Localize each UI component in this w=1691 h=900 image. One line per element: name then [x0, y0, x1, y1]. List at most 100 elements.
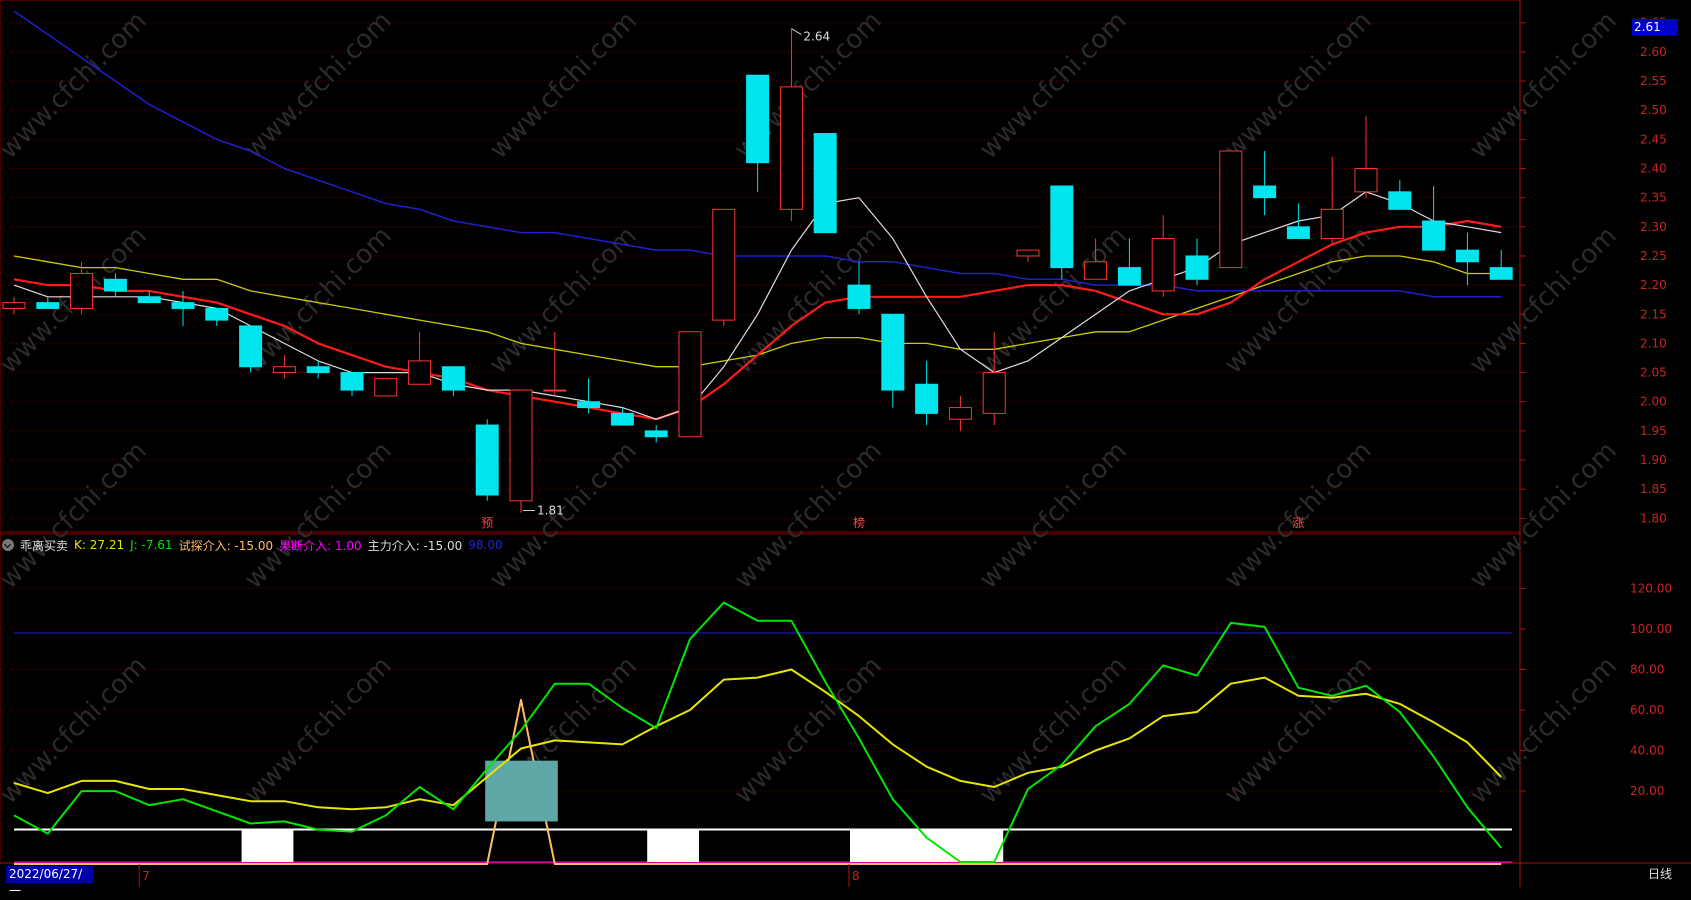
candle-body-down	[103, 278, 127, 292]
date-label[interactable]: 2022/06/27/一	[6, 866, 93, 898]
main-tick-label: 1.85	[1640, 482, 1667, 496]
candle-body-up	[779, 86, 803, 210]
candle-body-down	[1388, 191, 1412, 210]
candle-body-up	[374, 377, 398, 397]
candle-body-down	[881, 313, 905, 391]
watermark-text: www.cfchi.com	[239, 651, 398, 810]
main-tick-label: 2.45	[1640, 132, 1667, 146]
candle-body-down	[847, 284, 871, 309]
candle-body-down	[340, 372, 364, 391]
signal-marker: 涨	[1292, 515, 1304, 530]
watermark-text: www.cfchi.com	[1219, 651, 1378, 810]
low-annotation: 1.81	[537, 504, 564, 518]
candle-body-up	[272, 366, 296, 374]
candle-body-down	[36, 302, 60, 309]
month-label: 8	[852, 869, 860, 883]
watermark-text: www.cfchi.com	[239, 436, 398, 595]
main-tick-label: 1.80	[1640, 511, 1667, 525]
high-annotation-pointer	[791, 28, 802, 36]
candle-body-down	[915, 383, 939, 414]
watermarks: www.cfchi.com www.cfchi.com www.cfchi.com w…	[0, 6, 1623, 810]
period-label[interactable]: 日线	[1648, 866, 1672, 883]
candle-body-up	[509, 389, 533, 502]
indicator-tick-label: 100.00	[1630, 622, 1672, 636]
candle-body-up	[948, 407, 972, 420]
indicator-tick-label: 120.00	[1630, 581, 1672, 595]
main-tick-label: 2.10	[1640, 336, 1667, 350]
main-tick-label: 2.20	[1640, 278, 1667, 292]
level-value: 98.00	[468, 538, 503, 552]
indicator-name[interactable]: 乖离买卖	[20, 537, 68, 554]
watermark-text: www.cfchi.com	[239, 221, 398, 380]
indicator-header: 乖离买卖 K: 27.21 J: -7.61 试探介入: -15.00 果断介入…	[2, 535, 503, 555]
candle-body-down	[1286, 226, 1310, 239]
main-value: 主力介入: -15.00	[367, 538, 463, 553]
watermark-text: www.cfchi.com	[239, 6, 398, 165]
candle-body-up	[408, 360, 432, 385]
main-tick-label: 2.35	[1640, 191, 1667, 205]
candle-body-down	[1455, 249, 1479, 263]
candle-body-down	[205, 307, 229, 321]
signal-block	[241, 829, 294, 862]
trial-value: 试探介入: -15.00	[178, 538, 274, 553]
candle-body-down	[306, 366, 330, 374]
main-tick-label: 1.95	[1640, 424, 1667, 438]
high-annotation: 2.64	[803, 30, 830, 44]
candle-body-down	[746, 74, 770, 164]
candle-body-up	[1084, 261, 1108, 280]
candle-body-up	[712, 208, 736, 321]
main-tick-label: 2.55	[1640, 74, 1667, 88]
watermark-text: www.cfchi.com	[974, 6, 1133, 165]
candle-body-down	[1489, 267, 1513, 280]
signal-marker: 预	[481, 516, 493, 530]
signal-block	[850, 829, 1004, 862]
watermark-text: www.cfchi.com	[484, 221, 643, 380]
candle-body-down	[1117, 267, 1141, 286]
j-value: J: -7.61	[130, 538, 173, 552]
main-tick-label: 2.00	[1640, 395, 1667, 409]
main-tick-label: 2.25	[1640, 249, 1667, 263]
candle-body-down	[475, 424, 499, 496]
candle-body-up	[1354, 168, 1378, 193]
candle-body-up	[70, 272, 94, 309]
watermark-text: www.cfchi.com	[1464, 6, 1623, 165]
watermark-text: www.cfchi.com	[729, 651, 888, 810]
indicator-tick-label: 80.00	[1630, 662, 1664, 676]
main-tick-label: 2.15	[1640, 307, 1667, 321]
candle-body-up	[543, 389, 567, 392]
candle-body-down	[1185, 255, 1209, 280]
main-tick-label: 1.90	[1640, 453, 1667, 467]
indicator-tick-label: 60.00	[1630, 703, 1664, 717]
signal-marker: 榜	[853, 515, 865, 530]
main-tick-label: 2.60	[1640, 45, 1667, 59]
stock-chart[interactable]: www.cfchi.com www.cfchi.com www.cfchi.com w…	[0, 0, 1691, 887]
candle-body-down	[577, 401, 601, 409]
candle-body-up	[1016, 249, 1040, 257]
month-label: 7	[142, 869, 150, 883]
candle-body-down	[137, 296, 161, 304]
candle-body-down	[1253, 185, 1277, 199]
candle-body-down	[239, 325, 263, 368]
candle-body-down	[1050, 185, 1074, 269]
candle-body-down	[610, 412, 634, 426]
watermark-text: www.cfchi.com	[484, 6, 643, 165]
watermark-text: www.cfchi.com	[1219, 6, 1378, 165]
candle-body-up	[982, 372, 1006, 414]
watermark-text: www.cfchi.com	[0, 6, 153, 165]
candle-body-down	[171, 302, 195, 309]
candle-body-down	[644, 430, 668, 438]
k-value: K: 27.21	[74, 538, 125, 552]
candle-body-up	[1151, 237, 1175, 292]
collapse-icon[interactable]	[2, 539, 14, 551]
candle-body-down	[1422, 220, 1446, 251]
candle-body-up	[1219, 150, 1243, 269]
decisive-value: 果断介入: 1.00	[279, 538, 362, 553]
watermark-text: www.cfchi.com	[1464, 221, 1623, 380]
indicator-tick-label: 40.00	[1630, 744, 1664, 758]
watermark-text: www.cfchi.com	[1219, 221, 1378, 380]
main-tick-label: 2.05	[1640, 366, 1667, 380]
candle-body-up	[678, 331, 702, 438]
main-tick-label: 2.50	[1640, 103, 1667, 117]
candle-body-down	[813, 133, 837, 234]
signal-block	[647, 829, 699, 862]
